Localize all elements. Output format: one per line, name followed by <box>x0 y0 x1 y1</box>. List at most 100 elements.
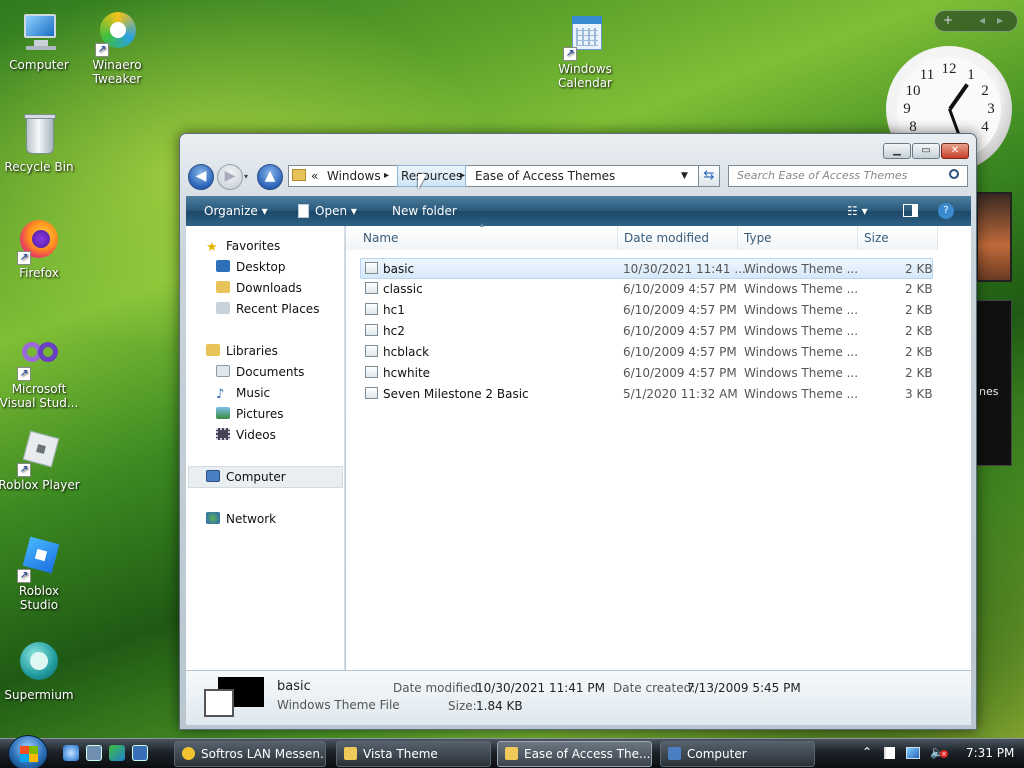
history-dropdown-icon[interactable]: ▾ <box>244 172 248 181</box>
column-header-size[interactable]: Size <box>858 226 938 250</box>
previous-gadget-button[interactable]: ◂ <box>979 13 985 27</box>
slideshow-gadget[interactable] <box>976 192 1012 282</box>
minimize-button[interactable]: ▁ <box>883 143 911 159</box>
taskbar-button-label: Softros LAN Messen... <box>201 747 326 761</box>
shortcut-arrow-icon: ↗ <box>17 251 31 265</box>
add-gadget-button[interactable]: + <box>943 13 953 27</box>
music-icon: ♪ <box>216 387 225 402</box>
breadcrumb-ease-of-access-themes[interactable]: Ease of Access Themes <box>475 166 615 186</box>
desktop-icon-firefox[interactable]: ↗ Firefox <box>0 218 80 280</box>
clock-time[interactable]: 7:31 PM <box>966 746 1014 760</box>
back-button[interactable]: ◀ <box>188 164 214 190</box>
nav-videos[interactable]: Videos <box>216 425 276 446</box>
desktop-icon-computer[interactable]: Computer <box>0 10 80 72</box>
next-gadget-button[interactable]: ▸ <box>997 13 1003 27</box>
table-row[interactable]: classic 6/10/2009 4:57 PM Windows Theme … <box>360 279 933 300</box>
mouse-cursor-icon <box>418 174 427 189</box>
table-row[interactable]: hc2 6/10/2009 4:57 PM Windows Theme ... … <box>360 321 933 342</box>
nav-music[interactable]: ♪ Music <box>216 383 270 404</box>
start-button[interactable] <box>8 735 48 768</box>
shortcut-arrow-icon: ↗ <box>17 463 31 477</box>
nav-computer[interactable]: Computer <box>206 467 286 488</box>
preview-pane-button[interactable] <box>903 204 918 217</box>
column-header-type[interactable]: Type <box>738 226 858 250</box>
clock-number: 1 <box>967 67 975 83</box>
tray-expand-icon[interactable]: ⌃ <box>862 745 872 759</box>
desktop-icon-recycle-bin[interactable]: Recycle Bin <box>0 112 80 174</box>
recycle-bin-icon <box>16 112 62 158</box>
organize-button[interactable]: Organize ▾ <box>204 196 268 226</box>
winaero-icon: ↗ <box>94 10 140 57</box>
desktop-icon-roblox-studio[interactable]: ↗ Roblox Studio <box>0 536 80 612</box>
desktop-icon-label: Supermium <box>4 688 74 702</box>
network-icon <box>206 512 220 524</box>
address-dropdown-icon[interactable]: ▼ <box>681 166 688 186</box>
table-row[interactable]: hcblack 6/10/2009 4:57 PM Windows Theme … <box>360 342 933 363</box>
switch-windows-icon[interactable] <box>132 745 148 761</box>
action-center-flag-icon[interactable] <box>884 747 895 759</box>
forward-button[interactable]: ▶ <box>217 164 243 190</box>
refresh-button[interactable]: ⇆ <box>698 165 720 187</box>
file-size: 3 KB <box>905 387 933 401</box>
address-overflow[interactable]: « <box>311 166 318 186</box>
file-name: basic <box>365 259 414 280</box>
details-pane: basic Windows Theme File Date modified: … <box>186 670 971 725</box>
breadcrumb-windows[interactable]: Windows <box>327 166 381 186</box>
table-row[interactable]: hcwhite 6/10/2009 4:57 PM Windows Theme … <box>360 363 933 384</box>
nav-favorites[interactable]: ★ Favorites <box>206 236 280 257</box>
desktop-icon-winaero[interactable]: ↗ Winaero Tweaker <box>76 10 158 86</box>
network-tray-icon[interactable] <box>906 747 920 759</box>
column-header-date-modified[interactable]: Date modified <box>618 226 738 250</box>
open-button[interactable]: Open ▾ <box>315 196 357 226</box>
desktop-icon-calendar[interactable]: ↗ Windows Calendar <box>544 14 626 90</box>
shortcut-arrow-icon: ↗ <box>95 43 109 57</box>
feed-gadget[interactable]: nes <box>976 300 1012 466</box>
address-bar[interactable]: « Windows ▸ Resources ▸ Ease of Access T… <box>288 165 715 187</box>
taskbar-button-vista-theme[interactable]: Vista Theme <box>336 741 491 767</box>
file-type: Windows Theme ... <box>744 303 859 317</box>
up-button[interactable]: ▲ <box>257 164 283 190</box>
internet-explorer-icon[interactable] <box>63 745 79 761</box>
theme-file-icon <box>365 282 378 294</box>
taskbar-button-computer[interactable]: Computer <box>660 741 815 767</box>
search-input[interactable]: Search Ease of Access Themes <box>728 165 968 187</box>
nav-network[interactable]: Network <box>206 509 276 530</box>
show-desktop-icon[interactable] <box>86 745 102 761</box>
desktop-icon-supermium[interactable]: Supermium <box>0 640 80 702</box>
table-row[interactable]: hc1 6/10/2009 4:57 PM Windows Theme ... … <box>360 300 933 321</box>
new-folder-button[interactable]: New folder <box>392 196 457 226</box>
nav-desktop[interactable]: Desktop <box>216 257 286 278</box>
details-created-value: 7/13/2009 5:45 PM <box>687 681 801 695</box>
nav-music-label: Music <box>236 386 271 400</box>
help-button[interactable]: ? <box>938 203 954 219</box>
desktop-icon-roblox-player[interactable]: ↗ Roblox Player <box>0 430 80 492</box>
details-created-label: Date created: <box>613 681 696 695</box>
nav-pictures[interactable]: Pictures <box>216 404 284 425</box>
nav-downloads[interactable]: Downloads <box>216 278 302 299</box>
downloads-icon <box>216 281 230 293</box>
taskbar-button-ease-of-access[interactable]: Ease of Access The... <box>497 741 652 767</box>
nav-recent-places[interactable]: Recent Places <box>216 299 319 320</box>
desktop-icon-label: Microsoft Visual Stud... <box>0 382 79 410</box>
nav-documents[interactable]: Documents <box>216 362 304 383</box>
table-row[interactable]: Seven Milestone 2 Basic 5/1/2020 11:32 A… <box>360 384 933 405</box>
desktop-icon-visual-studio[interactable]: ↗ Microsoft Visual Stud... <box>0 334 80 410</box>
file-date: 6/10/2009 4:57 PM <box>623 345 737 359</box>
column-header-name[interactable]: Name <box>346 226 618 250</box>
clock-number: 2 <box>981 83 989 99</box>
feed-gadget-text: nes <box>979 385 999 398</box>
messenger-icon[interactable] <box>109 745 125 761</box>
nav-videos-label: Videos <box>236 428 276 442</box>
taskbar-button-softros[interactable]: Softros LAN Messen... <box>174 741 326 767</box>
nav-libraries[interactable]: Libraries <box>206 341 278 362</box>
maximize-button[interactable]: ▭ <box>912 143 940 159</box>
views-button[interactable]: ☷ ▾ <box>847 196 868 226</box>
documents-icon <box>216 365 230 377</box>
breadcrumb-resources[interactable]: Resources <box>397 165 467 187</box>
table-row[interactable]: basic 10/30/2021 11:41 ... Windows Theme… <box>360 258 933 279</box>
breadcrumb-separator[interactable]: ▸ <box>384 166 389 186</box>
breadcrumb-separator[interactable]: ▸ <box>460 166 465 186</box>
roblox-player-icon: ↗ <box>16 430 62 477</box>
close-button[interactable]: ✕ <box>941 143 969 159</box>
search-icon[interactable] <box>949 169 959 179</box>
